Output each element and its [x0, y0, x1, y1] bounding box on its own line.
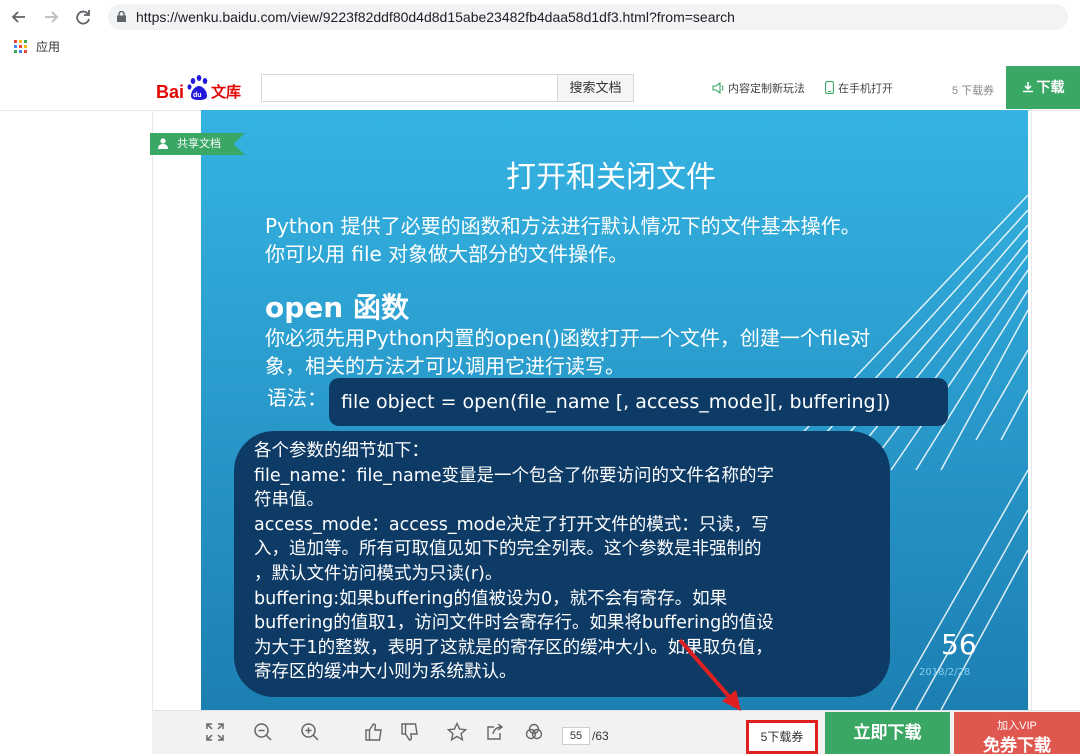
star-icon[interactable] [447, 722, 467, 742]
speaker-icon [712, 82, 724, 94]
vip-free-download-label: 免券下载 [983, 736, 1051, 755]
custom-content-link[interactable]: 内容定制新玩法 [712, 80, 805, 96]
download-now-button[interactable]: 立即下载 [825, 712, 950, 754]
document-slide: 打开和关闭文件 Python 提供了必要的函数和方法进行默认情况下的文件基本操作… [201, 110, 1028, 710]
slide-body: 你必须先用Python内置的open()函数打开一个文件，创建一个file对 象… [265, 324, 955, 380]
open-on-phone-label: 在手机打开 [838, 83, 893, 95]
parameter-details-box: 各个参数的细节如下： file_name：file_name变量是一个包含了你要… [234, 431, 890, 697]
download-button[interactable]: 下载 [1006, 66, 1080, 109]
baidu-wenku-logo[interactable]: Bai du 文库 [156, 73, 248, 103]
detail-line: ，默认文件访问模式为只读(r)。 [254, 563, 503, 584]
slide-intro: Python 提供了必要的函数和方法进行默认情况下的文件基本操作。 你可以用 f… [265, 212, 945, 268]
detail-line: 符串值。 [254, 490, 324, 511]
page-number-input[interactable]: 55 [562, 727, 590, 745]
thumbs-down-icon[interactable] [400, 722, 420, 742]
back-icon[interactable] [8, 6, 30, 28]
slide-intro-line: 你可以用 file 对象做大部分的文件操作。 [265, 242, 629, 266]
site-header: Bai du 文库 搜索文档 内容定制新玩法 在手机打开 5 下载券 下载 [0, 66, 1080, 111]
download-label: 下载 [1036, 79, 1065, 95]
shared-document-tag: 共享文档 [150, 133, 245, 155]
coupon-count: 5 下载券 [952, 85, 995, 97]
fullscreen-icon[interactable] [205, 722, 225, 742]
slide-open-heading: open 函数 [265, 291, 409, 324]
detail-line: 寄存区的缓冲大小则为系统默认。 [254, 662, 517, 683]
syntax-code-box: file object = open(file_name [, access_m… [329, 378, 948, 426]
person-icon [158, 138, 168, 149]
slide-body-line: 你必须先用Python内置的open()函数打开一个文件，创建一个file对 [265, 326, 871, 350]
url-text: https://wenku.baidu.com/view/9223f82ddf8… [136, 9, 735, 25]
download-icon [1022, 82, 1033, 93]
thumbs-up-icon[interactable] [364, 722, 384, 742]
search-button[interactable]: 搜索文档 [557, 74, 634, 102]
search-input[interactable] [261, 74, 558, 102]
vip-free-download-button[interactable]: 加入VIP 免券下载 [954, 712, 1080, 755]
parameter-details-text: 各个参数的细节如下： file_name：file_name变量是一个包含了你要… [254, 439, 874, 685]
share-icon[interactable] [485, 722, 505, 742]
phone-icon [825, 81, 834, 94]
forward-icon[interactable] [40, 6, 62, 28]
shared-document-label: 共享文档 [177, 138, 221, 150]
detail-line: file_name：file_name变量是一个包含了你要访问的文件名称的字 [254, 465, 775, 486]
zoom-out-icon[interactable] [253, 722, 273, 742]
slide-title: 打开和关闭文件 [506, 160, 716, 195]
slide-page-number: 56 [941, 628, 977, 661]
coupon-download-button[interactable]: 5下载券 [746, 720, 818, 754]
page-border-right [1031, 111, 1032, 753]
zoom-in-icon[interactable] [300, 722, 320, 742]
reload-icon[interactable] [72, 6, 94, 28]
detail-line: access_mode：access_mode决定了打开文件的模式：只读，写 [254, 514, 769, 535]
page-border-left [152, 111, 153, 753]
svg-text:du: du [193, 92, 202, 99]
browser-chrome: https://wenku.baidu.com/view/9223f82ddf8… [0, 0, 1080, 67]
apps-icon[interactable] [14, 40, 27, 53]
detail-line: buffering:如果buffering的值被设为0，就不会有寄存。如果 [254, 588, 728, 609]
apps-label[interactable]: 应用 [36, 38, 60, 55]
slide-date: 2018/2/28 [919, 667, 971, 678]
page-total: /63 [592, 729, 609, 743]
svg-text:文库: 文库 [211, 83, 241, 101]
slide-body-line: 象，相关的方法才可以调用它进行读写。 [265, 354, 625, 378]
svg-text:Bai: Bai [156, 82, 184, 102]
viewer-toolbar: 55 /63 5下载券 立即下载 加入VIP 免券下载 [152, 710, 1080, 755]
detail-line: 入，追加等。所有可取值见如下的完全列表。这个参数是非强制的 [254, 539, 762, 560]
address-bar[interactable]: https://wenku.baidu.com/view/9223f82ddf8… [108, 4, 1068, 30]
syntax-label: 语法： [267, 386, 327, 410]
detail-line: buffering的值取1，访问文件时会寄存行。如果将buffering的值设 [254, 613, 774, 634]
detail-line: 为大于1的整数，表明了这就是的寄存区的缓冲大小。如果取负值， [254, 637, 773, 658]
slide-intro-line: Python 提供了必要的函数和方法进行默认情况下的文件基本操作。 [265, 214, 861, 238]
custom-content-label: 内容定制新玩法 [728, 83, 805, 95]
detail-line: 各个参数的细节如下： [254, 441, 429, 461]
open-on-phone-link[interactable]: 在手机打开 [825, 80, 893, 96]
cloud-icon[interactable] [524, 722, 544, 742]
lock-icon [117, 11, 126, 22]
